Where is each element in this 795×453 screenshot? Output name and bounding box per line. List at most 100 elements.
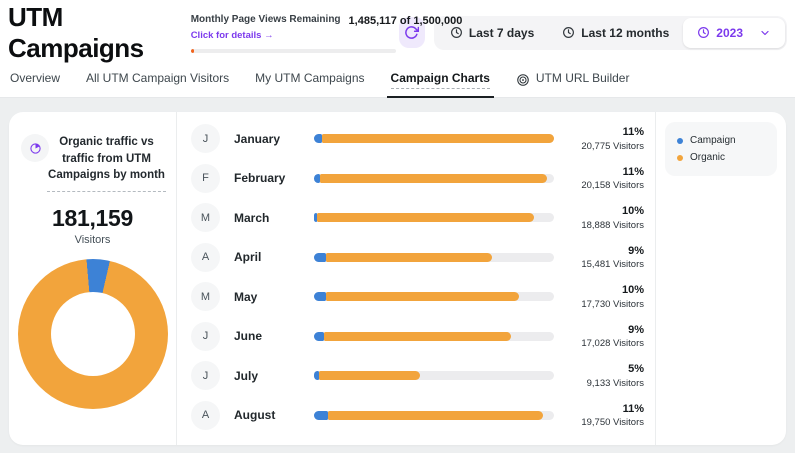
legend-item-organic: Organic bbox=[677, 149, 765, 166]
month-avatar: J bbox=[191, 124, 220, 153]
bar-track bbox=[314, 174, 554, 183]
bar-organic bbox=[322, 134, 554, 143]
bar-campaign bbox=[314, 213, 317, 222]
bar-organic bbox=[326, 253, 491, 262]
url-builder-icon bbox=[516, 73, 530, 87]
row-visitors: 9,133 Visitors bbox=[566, 378, 644, 389]
page-views-value: 1,485,117 of 1,500,000 bbox=[349, 15, 463, 27]
range-last-12-months[interactable]: Last 12 months bbox=[548, 18, 683, 48]
legend-label: Organic bbox=[690, 152, 725, 163]
row-visitors: 20,775 Visitors bbox=[566, 141, 644, 152]
donut-chart bbox=[18, 259, 168, 409]
bar-row: J January 11% 20,775 Visitors bbox=[183, 119, 650, 159]
legend-dot bbox=[677, 138, 683, 144]
month-label: February bbox=[234, 171, 314, 185]
tab-all-utm-campaign-visitors[interactable]: All UTM Campaign Visitors bbox=[86, 65, 229, 97]
chevron-down-icon bbox=[759, 27, 771, 39]
bar-track bbox=[314, 213, 554, 222]
page-views-label: Monthly Page Views Remaining bbox=[191, 14, 341, 25]
bar-row: J July 5% 9,133 Visitors bbox=[183, 356, 650, 396]
range-label: Last 7 days bbox=[469, 26, 534, 40]
month-avatar: F bbox=[191, 164, 220, 193]
month-avatar: M bbox=[191, 203, 220, 232]
row-percent: 9% bbox=[566, 245, 644, 257]
legend-panel: Campaign Organic bbox=[656, 112, 786, 445]
range-label: Last 12 months bbox=[581, 26, 669, 40]
row-visitors: 20,158 Visitors bbox=[566, 180, 644, 191]
bar-campaign bbox=[314, 253, 326, 262]
month-label: March bbox=[234, 211, 314, 225]
clock-icon bbox=[697, 26, 710, 39]
row-visitors: 19,750 Visitors bbox=[566, 417, 644, 428]
month-label: April bbox=[234, 250, 314, 264]
month-label: August bbox=[234, 408, 314, 422]
bar-track bbox=[314, 332, 554, 341]
legend-dot bbox=[677, 155, 683, 161]
month-label: July bbox=[234, 369, 314, 383]
legend-item-campaign: Campaign bbox=[677, 132, 765, 149]
row-labels: 10% 17,730 Visitors bbox=[566, 284, 650, 310]
row-percent: 10% bbox=[566, 205, 644, 217]
month-label: June bbox=[234, 329, 314, 343]
row-labels: 11% 20,158 Visitors bbox=[566, 166, 650, 192]
bar-row: A August 11% 19,750 Visitors bbox=[183, 396, 650, 436]
bar-track bbox=[314, 411, 554, 420]
row-visitors: 15,481 Visitors bbox=[566, 259, 644, 270]
month-avatar: J bbox=[191, 322, 220, 351]
row-labels: 5% 9,133 Visitors bbox=[566, 363, 650, 389]
row-percent: 5% bbox=[566, 363, 644, 375]
bar-organic bbox=[324, 332, 511, 341]
row-visitors: 17,730 Visitors bbox=[566, 299, 644, 310]
legend-box: Campaign Organic bbox=[665, 122, 777, 176]
page-views-progressbar bbox=[191, 49, 396, 53]
bar-chart-panel: J January 11% 20,775 Visitors F February bbox=[177, 112, 656, 445]
page-title: UTM Campaigns bbox=[8, 2, 175, 64]
campaign-charts-card: Organic traffic vs traffic from UTM Camp… bbox=[9, 112, 786, 445]
row-visitors: 18,888 Visitors bbox=[566, 220, 644, 231]
bar-row: A April 9% 15,481 Visitors bbox=[183, 238, 650, 278]
page-views-details-link[interactable]: Click for details → bbox=[191, 30, 274, 41]
date-range-group: Last 7 days Last 12 months 2023 bbox=[434, 16, 787, 50]
row-labels: 9% 15,481 Visitors bbox=[566, 245, 650, 271]
row-percent: 10% bbox=[566, 284, 644, 296]
summary-title: Organic traffic vs traffic from UTM Camp… bbox=[47, 134, 166, 192]
bar-campaign bbox=[314, 332, 324, 341]
header: UTM Campaigns Monthly Page Views Remaini… bbox=[0, 0, 795, 65]
bar-organic bbox=[320, 174, 547, 183]
summary-total: 181,159 bbox=[15, 205, 170, 232]
bar-track bbox=[314, 134, 554, 143]
tab-bar: Overview All UTM Campaign Visitors My UT… bbox=[0, 65, 795, 98]
summary-panel: Organic traffic vs traffic from UTM Camp… bbox=[9, 112, 177, 445]
bar-campaign bbox=[314, 292, 326, 301]
clock-icon bbox=[450, 26, 463, 39]
bar-row: M March 10% 18,888 Visitors bbox=[183, 198, 650, 238]
page-views-progress-fill bbox=[191, 49, 194, 53]
range-year-select[interactable]: 2023 bbox=[683, 18, 785, 48]
bar-organic bbox=[328, 411, 543, 420]
row-percent: 11% bbox=[566, 403, 644, 415]
tab-my-utm-campaigns[interactable]: My UTM Campaigns bbox=[255, 65, 364, 97]
month-label: May bbox=[234, 290, 314, 304]
refresh-icon bbox=[404, 25, 419, 40]
page-views-block: Monthly Page Views Remaining Click for d… bbox=[191, 12, 399, 53]
row-labels: 11% 20,775 Visitors bbox=[566, 126, 650, 152]
bar-track bbox=[314, 371, 554, 380]
bar-organic bbox=[319, 371, 419, 380]
bar-campaign bbox=[314, 134, 322, 143]
bar-track bbox=[314, 253, 554, 262]
row-labels: 10% 18,888 Visitors bbox=[566, 205, 650, 231]
row-labels: 9% 17,028 Visitors bbox=[566, 324, 650, 350]
summary-chart-icon bbox=[21, 134, 49, 162]
row-percent: 9% bbox=[566, 324, 644, 336]
main-content: Organic traffic vs traffic from UTM Camp… bbox=[0, 98, 795, 453]
summary-total-label: Visitors bbox=[15, 234, 170, 246]
tab-campaign-charts[interactable]: Campaign Charts bbox=[391, 65, 490, 97]
tab-utm-url-builder[interactable]: UTM URL Builder bbox=[516, 65, 630, 97]
tab-overview[interactable]: Overview bbox=[10, 65, 60, 97]
range-year-value: 2023 bbox=[716, 26, 743, 40]
month-avatar: M bbox=[191, 282, 220, 311]
bar-campaign bbox=[314, 411, 328, 420]
row-percent: 11% bbox=[566, 126, 644, 138]
bar-track bbox=[314, 292, 554, 301]
month-avatar: A bbox=[191, 243, 220, 272]
